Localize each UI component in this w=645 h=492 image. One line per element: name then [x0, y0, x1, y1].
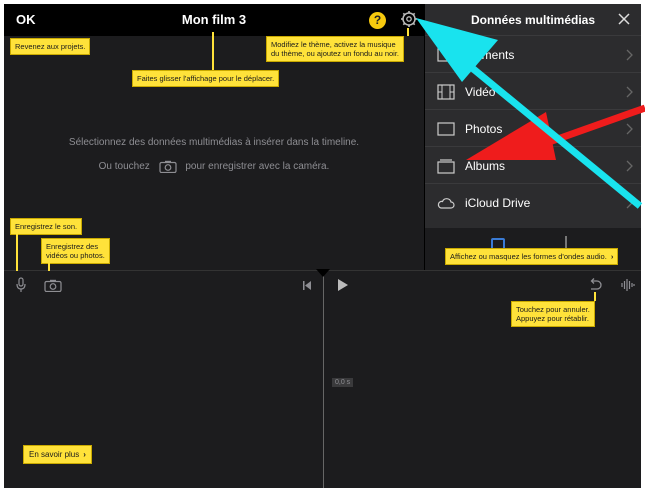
- film-icon: [437, 84, 455, 100]
- tooltip-sound: Enregistrez le son.: [10, 218, 83, 235]
- tooltip-video-line2: vidéos ou photos.: [46, 251, 105, 260]
- learn-more-button[interactable]: En savoir plus ›: [23, 445, 92, 464]
- chevron-right-icon: ›: [83, 450, 86, 459]
- media-item-label: Albums: [465, 159, 506, 173]
- waveform-icon[interactable]: [621, 278, 635, 292]
- chevron-right-icon: [626, 49, 633, 61]
- media-item-label: iCloud Drive: [465, 196, 531, 210]
- media-item-label: Vidéo: [465, 85, 496, 99]
- media-item-photos[interactable]: Photos: [425, 111, 641, 147]
- tooltip-leader: [48, 262, 50, 271]
- media-header: Données multimédias: [425, 4, 641, 36]
- tooltip-projects: Revenez aux projets.: [10, 38, 91, 55]
- tooltip-waveform-text: Affichez ou masquez les formes d'ondes a…: [450, 252, 607, 261]
- camera-hint-after: pour enregistrer avec la caméra.: [185, 161, 330, 173]
- help-button[interactable]: ?: [369, 12, 386, 29]
- camera-hint-before: Ou touchez: [98, 161, 150, 173]
- tooltip-drag: Faites glisser l'affichage pour le dépla…: [132, 70, 280, 87]
- camera-hint: Ou touchez pour enregistrer avec la camé…: [4, 160, 424, 173]
- tooltip-undo-line1: Touchez pour annuler.: [516, 305, 590, 314]
- project-title: Mon film 3: [181, 12, 247, 27]
- chevron-right-icon: [626, 123, 633, 135]
- play-icon[interactable]: [337, 278, 349, 292]
- imovie-window: OK Mon film 3 ? Sélectionnez des données…: [4, 4, 641, 488]
- media-item-label: Photos: [465, 122, 503, 136]
- tooltip-theme-line1: Modifiez le thème, activez la musique: [271, 40, 396, 49]
- tooltip-leader: [16, 231, 18, 271]
- chevron-right-icon: ›: [610, 252, 614, 261]
- close-icon[interactable]: [613, 8, 635, 30]
- learn-more-label: En savoir plus: [29, 450, 80, 459]
- chevron-right-icon: [626, 160, 633, 172]
- playhead-marker: [316, 269, 330, 277]
- skip-back-icon[interactable]: [303, 281, 311, 290]
- media-item-video[interactable]: Vidéo: [425, 74, 641, 110]
- cloud-icon: [437, 198, 455, 209]
- tooltip-video: Enregistrez des vidéos ou photos.: [41, 238, 110, 264]
- tooltip-video-line1: Enregistrez des: [46, 242, 99, 251]
- moments-icon: [437, 48, 455, 62]
- media-item-icloud[interactable]: iCloud Drive: [425, 185, 641, 221]
- media-title: Données multimédias: [470, 13, 596, 27]
- chevron-right-icon: [626, 197, 633, 209]
- playhead: [323, 270, 324, 488]
- camera-icon[interactable]: [44, 279, 62, 292]
- top-bar: OK Mon film 3 ?: [4, 4, 424, 36]
- timecode: 0,0 s: [332, 378, 354, 387]
- media-item-albums[interactable]: Albums: [425, 148, 641, 184]
- camera-icon[interactable]: [158, 160, 177, 173]
- tooltip-undo: Touchez pour annuler. Appuyez pour rétab…: [511, 301, 595, 327]
- media-item-moments[interactable]: Moments: [425, 37, 641, 73]
- tooltip-undo-line2: Appuyez pour rétablir.: [516, 314, 589, 323]
- empty-hint: Sélectionnez des données multimédias à i…: [68, 137, 360, 148]
- tooltip-leader: [407, 28, 409, 36]
- album-icon: [437, 159, 455, 174]
- tooltip-leader: [594, 292, 596, 301]
- media-panel: Données multimédias Moments Vidéo Photos: [425, 4, 641, 270]
- tooltip-leader: [212, 32, 214, 70]
- photo-icon: [437, 122, 455, 136]
- undo-icon[interactable]: [588, 278, 602, 292]
- chevron-right-icon: [626, 86, 633, 98]
- microphone-icon[interactable]: [16, 277, 26, 293]
- media-item-label: Moments: [465, 48, 515, 62]
- tooltip-waveform[interactable]: Affichez ou masquez les formes d'ondes a…: [445, 248, 619, 265]
- gear-icon[interactable]: [400, 10, 418, 28]
- tooltip-theme: Modifiez le thème, activez la musique du…: [266, 36, 405, 62]
- tooltip-theme-line2: du thème, ou ajoutez un fondu au noir.: [271, 49, 400, 58]
